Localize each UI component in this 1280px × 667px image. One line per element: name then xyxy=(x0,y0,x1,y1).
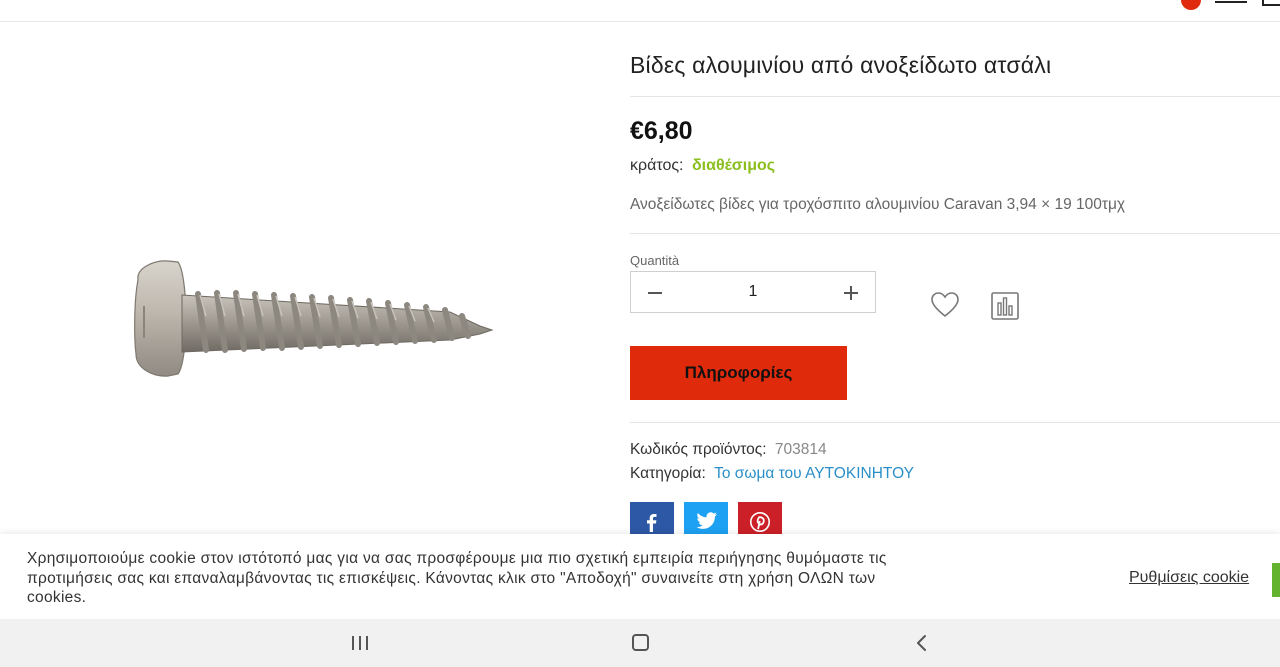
divider xyxy=(630,422,1280,423)
cookie-text: Χρησιμοποιούμε cookie στον ιστότοπό μας … xyxy=(27,550,887,606)
quantity-stepper xyxy=(630,271,876,313)
product-description: Ανοξείδωτες βίδες για τροχόσπιτο αλουμιν… xyxy=(630,196,1126,213)
heart-icon[interactable] xyxy=(930,291,960,319)
facebook-share-button[interactable] xyxy=(630,502,674,538)
twitter-icon xyxy=(696,512,717,529)
cookie-settings-link[interactable]: Ρυθμίσεις cookie xyxy=(1129,569,1249,587)
facebook-icon xyxy=(647,514,657,532)
minus-icon[interactable] xyxy=(643,281,667,305)
stock-label: κράτος: xyxy=(630,157,684,174)
stock-status: κράτος: διαθέσιμος xyxy=(630,157,775,175)
stainless-steel-screw-image[interactable] xyxy=(120,240,520,400)
pinterest-share-button[interactable] xyxy=(738,502,782,538)
cookie-banner: Χρησιμοποιούμε cookie στον ιστότοπό μας … xyxy=(0,534,1280,619)
quantity-input[interactable] xyxy=(691,272,815,312)
pinterest-icon xyxy=(750,512,770,532)
hamburger-menu-icon[interactable] xyxy=(1215,0,1247,4)
cookie-accept-button[interactable] xyxy=(1272,563,1280,597)
sku-label: Κωδικός προϊόντος: xyxy=(630,441,767,458)
plus-icon[interactable] xyxy=(839,281,863,305)
product-title: Βίδες αλουμινίου από ανοξείδωτο ατσάλι xyxy=(630,52,1052,78)
product-price: €6,80 xyxy=(630,117,693,145)
compare-icon[interactable] xyxy=(991,292,1019,320)
account-icon[interactable] xyxy=(1262,0,1280,6)
home-icon[interactable] xyxy=(632,634,649,651)
stock-value: διαθέσιμος xyxy=(691,157,776,174)
product-category: Κατηγορία: Το σωμα του ΑΥΤΟΚΙΝΗΤΟΥ xyxy=(630,465,914,483)
twitter-share-button[interactable] xyxy=(684,502,728,538)
product-sku: Κωδικός προϊόντος: 703814 xyxy=(630,441,827,459)
sku-value: 703814 xyxy=(774,441,827,458)
category-label: Κατηγορία: xyxy=(630,465,706,482)
android-navigation-bar xyxy=(0,619,1280,667)
category-link[interactable]: Το σωμα του ΑΥΤΟΚΙΝΗΤΟΥ xyxy=(714,465,914,482)
back-icon[interactable] xyxy=(912,633,932,653)
info-button[interactable]: Πληροφορίες xyxy=(630,346,847,400)
divider xyxy=(630,96,1280,97)
recent-apps-icon[interactable] xyxy=(350,634,370,652)
site-header xyxy=(0,0,1280,22)
quantity-label: Quantità xyxy=(630,253,680,268)
divider xyxy=(630,233,1280,234)
